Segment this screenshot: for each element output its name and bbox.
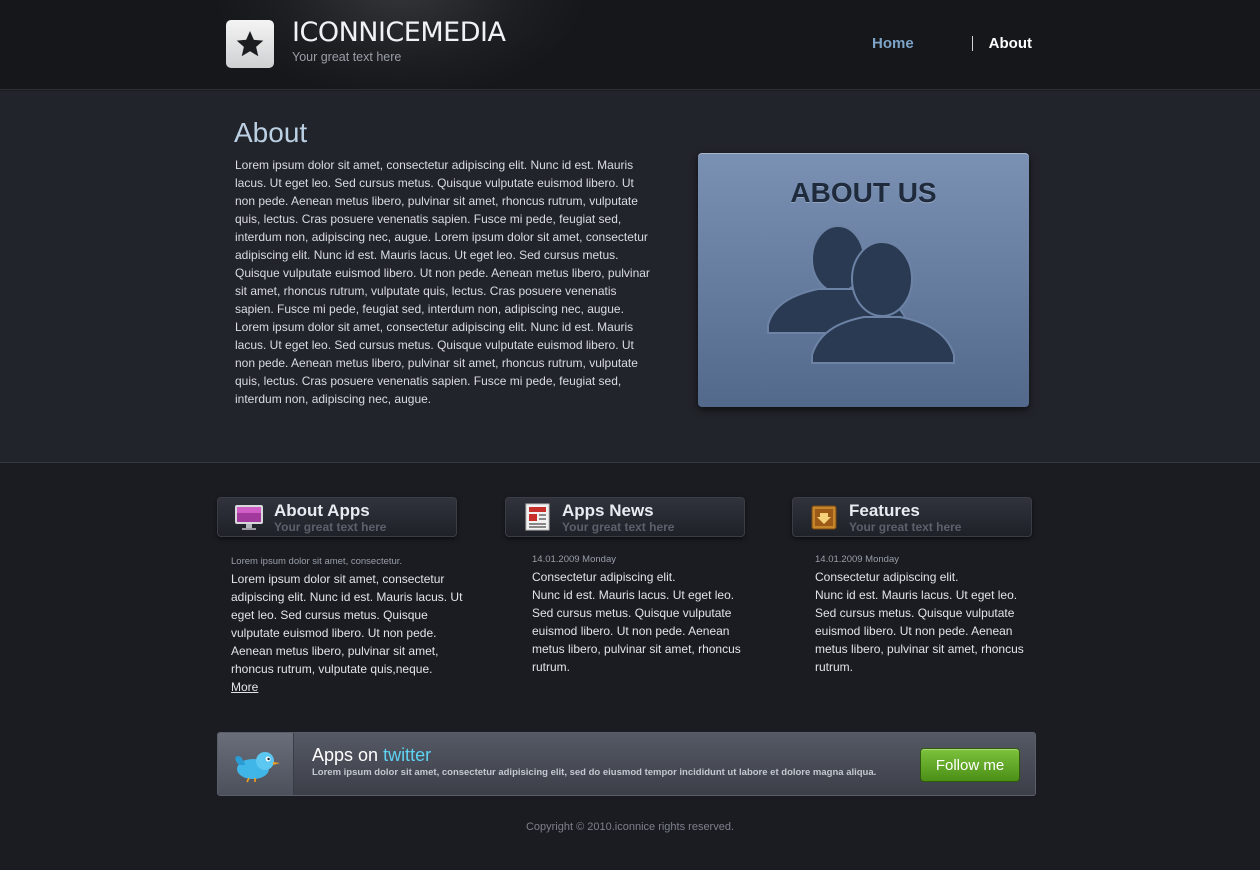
- box-apps-news-meta: 14.01.2009 Monday: [532, 554, 616, 565]
- main-nav: Home About: [872, 35, 1032, 52]
- twitter-brand: twitter: [383, 745, 432, 765]
- users-icon: [767, 225, 955, 364]
- box-apps-news-text: Consectetur adipiscing elit. Nunc id est…: [532, 568, 754, 676]
- box-about-apps-meta: Lorem ipsum dolor sit amet, consectetur.: [231, 556, 403, 567]
- box-features-title: Features: [849, 501, 920, 520]
- box-about-apps-header: About Apps Your great text here: [217, 497, 457, 537]
- box-apps-news-title: Apps News: [562, 501, 654, 520]
- about-section: About Lorem ipsum dolor sit amet, consec…: [0, 91, 1260, 463]
- box-features-header: Features Your great text here: [792, 497, 1032, 537]
- box-about-apps-title: About Apps: [274, 501, 370, 520]
- page-title: About: [234, 117, 308, 148]
- nav-separator: [971, 36, 973, 51]
- about-body: Lorem ipsum dolor sit amet, consectetur …: [235, 156, 655, 408]
- twitter-bird-icon: [234, 752, 280, 783]
- site-header: ICONNICEMEDIA Your great text here Home …: [0, 0, 1260, 90]
- box-features-subtitle: Your great text here: [849, 520, 962, 534]
- nav-about-link[interactable]: About: [989, 35, 1032, 52]
- logo-star-icon[interactable]: [226, 20, 274, 68]
- star-icon: [236, 31, 264, 57]
- box-about-apps-body: Lorem ipsum dolor sit amet, consectetur …: [231, 572, 463, 676]
- box-download-icon: [811, 505, 837, 530]
- twitter-title: Apps on twitter: [312, 745, 431, 766]
- box-apps-news-body: Nunc id est. Mauris lacus. Ut eget leo. …: [532, 588, 741, 674]
- newspaper-icon: [525, 503, 550, 531]
- box-apps-news-header: Apps News Your great text here: [505, 497, 745, 537]
- box-features-text: Consectetur adipiscing elit. Nunc id est…: [815, 568, 1037, 676]
- twitter-bird-panel: [218, 733, 294, 795]
- box-features-body: Nunc id est. Mauris lacus. Ut eget leo. …: [815, 588, 1024, 674]
- box-features-lead: Consectetur adipiscing elit.: [815, 570, 959, 584]
- monitor-icon: [235, 505, 263, 530]
- logo-title[interactable]: ICONNICEMEDIA: [292, 17, 506, 48]
- about-us-label: ABOUT US: [790, 177, 937, 208]
- box-about-apps-text: Lorem ipsum dolor sit amet, consectetur …: [231, 570, 471, 696]
- twitter-bar: Apps on twitter Lorem ipsum dolor sit am…: [217, 732, 1036, 796]
- box-about-apps-subtitle: Your great text here: [274, 520, 387, 534]
- box-apps-news-lead: Consectetur adipiscing elit.: [532, 570, 676, 584]
- twitter-text: Lorem ipsum dolor sit amet, consectetur …: [312, 767, 877, 778]
- about-us-image: ABOUT US: [698, 153, 1029, 407]
- about-paragraph-2: Lorem ipsum dolor sit amet, consectetur …: [235, 320, 638, 406]
- follow-me-button[interactable]: Follow me: [920, 748, 1020, 782]
- more-link[interactable]: More: [231, 680, 258, 694]
- box-apps-news-subtitle: Your great text here: [562, 520, 675, 534]
- footer-copyright: Copyright © 2010.iconnice rights reserve…: [525, 821, 735, 833]
- logo-tagline: Your great text here: [292, 50, 402, 64]
- nav-home-link[interactable]: Home: [872, 35, 914, 52]
- box-features-meta: 14.01.2009 Monday: [815, 554, 899, 565]
- twitter-title-prefix: Apps on: [312, 745, 384, 765]
- about-paragraph-1: Lorem ipsum dolor sit amet, consectetur …: [235, 158, 650, 316]
